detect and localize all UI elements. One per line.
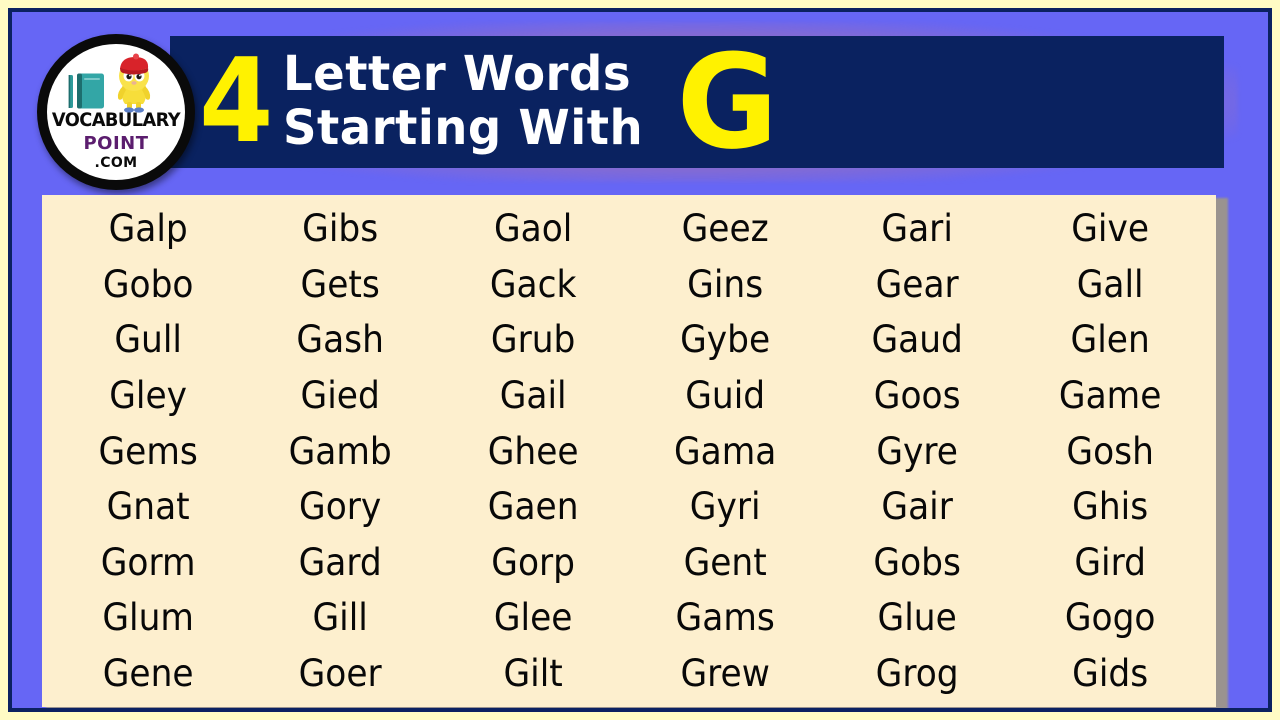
word-item: Gear (875, 262, 960, 306)
word-item: Gash (296, 318, 385, 362)
word-item: Ghee (487, 429, 579, 473)
word-item: Glue (877, 596, 958, 640)
word-item: Goos (874, 373, 961, 417)
word-item: Grub (490, 318, 576, 362)
word-item: Gack (489, 262, 577, 306)
poster-root: 4 Letter Words Starting With G VOCABULAR… (0, 0, 1280, 720)
word-item: Goer (298, 651, 383, 695)
word-item: Ghis (1071, 485, 1148, 529)
word-item: Gair (881, 485, 954, 529)
word-item: Gorp (490, 540, 575, 584)
mascot-icon (117, 53, 151, 113)
word-item: Gamb (288, 429, 393, 473)
vocabulary-point-logo[interactable]: VOCABULARY POINT .COM (34, 32, 200, 192)
word-item: Gnat (106, 485, 190, 529)
word-row: Gley Gied Gail Guid Goos Game (52, 368, 1206, 424)
word-item: Gogo (1064, 596, 1156, 640)
word-item: Grew (680, 651, 770, 695)
word-row: Gull Gash Grub Gybe Gaud Glen (52, 312, 1206, 368)
word-item: Gyri (689, 485, 761, 529)
header-banner: 4 Letter Words Starting With G (34, 22, 1238, 182)
word-row: Gene Goer Gilt Grew Grog Gids (52, 646, 1206, 702)
word-item: Gene (102, 651, 194, 695)
word-item: Gard (298, 540, 383, 584)
word-length-number: 4 (199, 34, 273, 170)
logo-name-line-3: .COM (94, 155, 138, 171)
word-item: Gilt (503, 651, 563, 695)
word-item: Galp (108, 207, 188, 251)
word-item: Glee (493, 596, 573, 640)
word-item: Gins (687, 262, 764, 306)
word-item: Game (1058, 373, 1162, 417)
word-row: Gems Gamb Ghee Gama Gyre Gosh (52, 423, 1206, 479)
word-item: Gory (299, 485, 382, 529)
word-item: Gird (1074, 540, 1146, 584)
logo-inner-circle: VOCABULARY POINT .COM (47, 44, 185, 180)
word-item: Gill (312, 596, 369, 640)
word-item: Gets (300, 262, 381, 306)
word-item: Glen (1070, 318, 1150, 362)
word-row: Gorm Gard Gorp Gent Gobs Gird (52, 534, 1206, 590)
word-item: Gibs (302, 207, 379, 251)
word-item: Gull (114, 318, 182, 362)
word-item: Gyre (876, 429, 959, 473)
word-item: Gari (881, 207, 954, 251)
word-item: Gaud (871, 318, 964, 362)
word-item: Gaen (487, 485, 579, 529)
logo-name-line-2: POINT (83, 133, 149, 154)
header-title-line-2: Starting With (282, 100, 643, 156)
word-item: Glum (102, 596, 194, 640)
word-row: Gobo Gets Gack Gins Gear Gall (52, 257, 1206, 313)
word-row: Galp Gibs Gaol Geez Gari Give (52, 201, 1206, 257)
word-item: Gybe (680, 318, 771, 362)
word-item: Guid (685, 373, 766, 417)
word-item: Gama (673, 429, 777, 473)
word-row: Glum Gill Glee Gams Glue Gogo (52, 590, 1206, 646)
header-panel: 4 Letter Words Starting With G (170, 36, 1224, 168)
word-item: Gied (300, 373, 381, 417)
word-item: Gent (683, 540, 767, 584)
word-list-card: Galp Gibs Gaol Geez Gari Give Gobo Gets Gack Gins… (42, 195, 1216, 707)
word-item: Gorm (100, 540, 196, 584)
word-item: Gobo (102, 262, 194, 306)
logo-name-line-1: VOCABULARY (51, 110, 181, 131)
word-item: Gall (1076, 262, 1144, 306)
word-item: Gaol (493, 207, 573, 251)
word-item: Gids (1071, 651, 1148, 695)
word-item: Gley (109, 373, 188, 417)
header-title-line-1: Letter Words (282, 46, 631, 103)
word-item: Gosh (1066, 429, 1154, 473)
word-item: Geez (681, 207, 769, 251)
word-item: Gail (499, 373, 567, 417)
word-item: Gams (675, 596, 775, 640)
starting-letter: G (676, 25, 779, 178)
word-item: Gems (98, 429, 198, 473)
word-row: Gnat Gory Gaen Gyri Gair Ghis (52, 479, 1206, 535)
poster-frame: 4 Letter Words Starting With G VOCABULAR… (8, 8, 1272, 712)
header-title-stack: Letter Words Starting With (282, 46, 654, 156)
word-item: Gobs (873, 540, 962, 584)
word-item: Give (1070, 207, 1149, 251)
word-item: Grog (876, 651, 959, 695)
